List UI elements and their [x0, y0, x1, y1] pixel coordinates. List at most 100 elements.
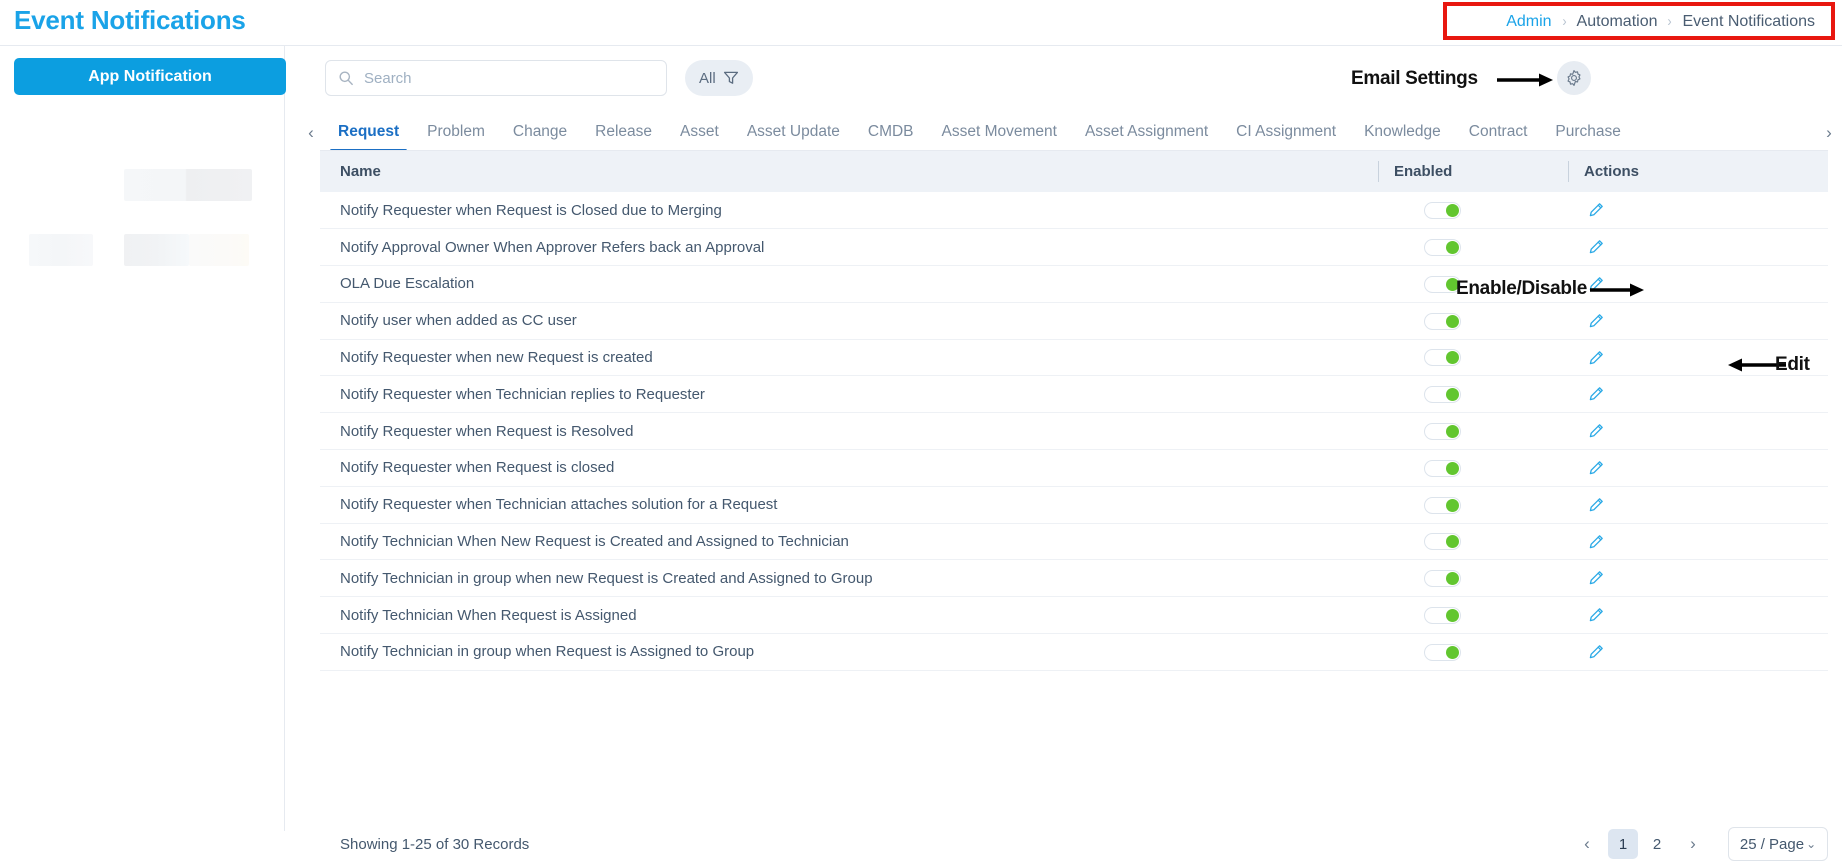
- tab-change[interactable]: Change: [499, 123, 581, 152]
- pencil-icon[interactable]: [1588, 495, 1608, 515]
- toggle-knob: [1446, 461, 1459, 475]
- notification-name-cell: Notify Requester when Technician replies…: [320, 375, 1378, 414]
- enabled-toggle[interactable]: [1424, 570, 1461, 588]
- actions-cell: [1568, 596, 1828, 635]
- actions-cell: [1568, 192, 1828, 230]
- tab-problem[interactable]: Problem: [413, 123, 499, 152]
- toggle-knob: [1446, 314, 1459, 328]
- actions-cell: [1568, 559, 1828, 598]
- actions-cell: [1568, 523, 1828, 561]
- toggle-knob: [1446, 498, 1459, 512]
- search-icon: [338, 70, 354, 86]
- annotation-arrow-enable-disable: [1590, 282, 1644, 298]
- pencil-icon[interactable]: [1588, 605, 1608, 625]
- pagination-page-1[interactable]: 1: [1608, 829, 1638, 859]
- table-body: Notify Requester when Request is Closed …: [320, 192, 1828, 671]
- enabled-cell: [1378, 449, 1568, 487]
- breadcrumb-item-admin[interactable]: Admin: [1496, 13, 1561, 31]
- pencil-icon[interactable]: [1588, 532, 1608, 552]
- enabled-toggle[interactable]: [1424, 422, 1461, 440]
- table-header-row: Name Enabled Actions: [320, 151, 1828, 192]
- tab-asset-update[interactable]: Asset Update: [733, 123, 854, 152]
- chevron-right-icon: ›: [1667, 13, 1673, 30]
- sidebar-placeholder-block: [124, 169, 252, 201]
- actions-cell: [1568, 633, 1828, 671]
- notification-name-cell: Notify Requester when Technician attache…: [320, 486, 1378, 524]
- table-row: Notify Technician in group when new Requ…: [320, 559, 1828, 598]
- tab-contract[interactable]: Contract: [1455, 123, 1542, 152]
- search-input[interactable]: [364, 69, 644, 87]
- pencil-icon[interactable]: [1588, 384, 1608, 404]
- enabled-cell: [1378, 302, 1568, 340]
- pagination-page-2[interactable]: 2: [1642, 829, 1672, 859]
- enabled-cell: [1378, 192, 1568, 230]
- enabled-toggle[interactable]: [1424, 496, 1461, 514]
- enabled-toggle[interactable]: [1424, 606, 1461, 624]
- column-header-enabled: Enabled: [1378, 151, 1568, 192]
- tabs-scroll-right-button[interactable]: ›: [1816, 114, 1842, 152]
- notification-name-cell: Notify Requester when Request is Resolve…: [320, 412, 1378, 451]
- table-row: Notify Requester when new Request is cre…: [320, 339, 1828, 377]
- enabled-toggle[interactable]: [1424, 533, 1461, 551]
- tab-asset-assignment[interactable]: Asset Assignment: [1071, 123, 1222, 152]
- enable-disable-annotation-label: Enable/Disable: [1456, 278, 1587, 299]
- sidebar-placeholder-block: [124, 234, 189, 266]
- tab-cmdb[interactable]: CMDB: [854, 123, 928, 152]
- email-settings-button[interactable]: [1557, 61, 1591, 95]
- tab-release[interactable]: Release: [581, 123, 666, 152]
- sidebar-item-app-notification[interactable]: App Notification: [14, 58, 286, 95]
- toggle-knob: [1446, 424, 1459, 438]
- actions-cell: [1568, 228, 1828, 267]
- enabled-cell: [1378, 633, 1568, 671]
- breadcrumb-item-automation[interactable]: Automation: [1567, 13, 1668, 31]
- enabled-toggle[interactable]: [1424, 349, 1461, 367]
- annotation-arrow-email-settings: [1497, 72, 1553, 88]
- enabled-toggle[interactable]: [1424, 312, 1461, 330]
- enabled-toggle[interactable]: [1424, 643, 1461, 661]
- pencil-icon[interactable]: [1588, 237, 1608, 257]
- page-size-label: 25 / Page: [1739, 835, 1805, 853]
- chevron-right-icon: ›: [1561, 13, 1567, 30]
- enabled-toggle[interactable]: [1424, 201, 1461, 219]
- tab-asset[interactable]: Asset: [666, 123, 733, 152]
- table-row: Notify user when added as CC user: [320, 302, 1828, 340]
- pagination-next-button[interactable]: ›: [1676, 829, 1710, 859]
- pagination: ‹ 1 2 › 25 / Page ⌄: [1570, 827, 1828, 861]
- pencil-icon[interactable]: [1588, 568, 1608, 588]
- enabled-toggle[interactable]: [1424, 459, 1461, 477]
- notification-name-cell: Notify Requester when Request is Closed …: [320, 192, 1378, 230]
- notification-name-cell: OLA Due Escalation: [320, 265, 1378, 303]
- toggle-knob: [1446, 572, 1459, 586]
- tab-ci-assignment[interactable]: CI Assignment: [1222, 123, 1350, 152]
- enabled-cell: [1378, 412, 1568, 451]
- page-size-select[interactable]: 25 / Page ⌄: [1728, 827, 1828, 861]
- toggle-knob: [1446, 388, 1459, 402]
- column-header-name: Name: [320, 151, 1378, 192]
- pagination-prev-button[interactable]: ‹: [1570, 829, 1604, 859]
- enabled-cell: [1378, 375, 1568, 414]
- notification-name-cell: Notify Requester when new Request is cre…: [320, 339, 1378, 377]
- pencil-icon[interactable]: [1588, 642, 1608, 662]
- search-box[interactable]: [325, 60, 667, 96]
- toggle-knob: [1446, 351, 1459, 365]
- tab-purchase[interactable]: Purchase: [1541, 123, 1634, 152]
- enabled-cell: [1378, 339, 1568, 377]
- pencil-icon[interactable]: [1588, 311, 1608, 331]
- tab-request[interactable]: Request: [324, 123, 413, 152]
- enabled-toggle[interactable]: [1424, 386, 1461, 404]
- enabled-cell: [1378, 523, 1568, 561]
- pencil-icon[interactable]: [1588, 458, 1608, 478]
- pencil-icon[interactable]: [1588, 348, 1608, 368]
- actions-cell: [1568, 486, 1828, 524]
- tab-asset-movement[interactable]: Asset Movement: [928, 123, 1071, 152]
- table-row: Notify Requester when Request is Closed …: [320, 192, 1828, 230]
- actions-cell: [1568, 302, 1828, 340]
- toggle-knob: [1446, 645, 1459, 659]
- main-content: All Email Settings ‹ Re: [286, 46, 1842, 861]
- filter-button[interactable]: All: [685, 60, 753, 96]
- tabs-scroll-left-button[interactable]: ‹: [298, 114, 324, 152]
- pencil-icon[interactable]: [1588, 200, 1608, 220]
- tab-knowledge[interactable]: Knowledge: [1350, 123, 1455, 152]
- enabled-toggle[interactable]: [1424, 238, 1461, 256]
- pencil-icon[interactable]: [1588, 421, 1608, 441]
